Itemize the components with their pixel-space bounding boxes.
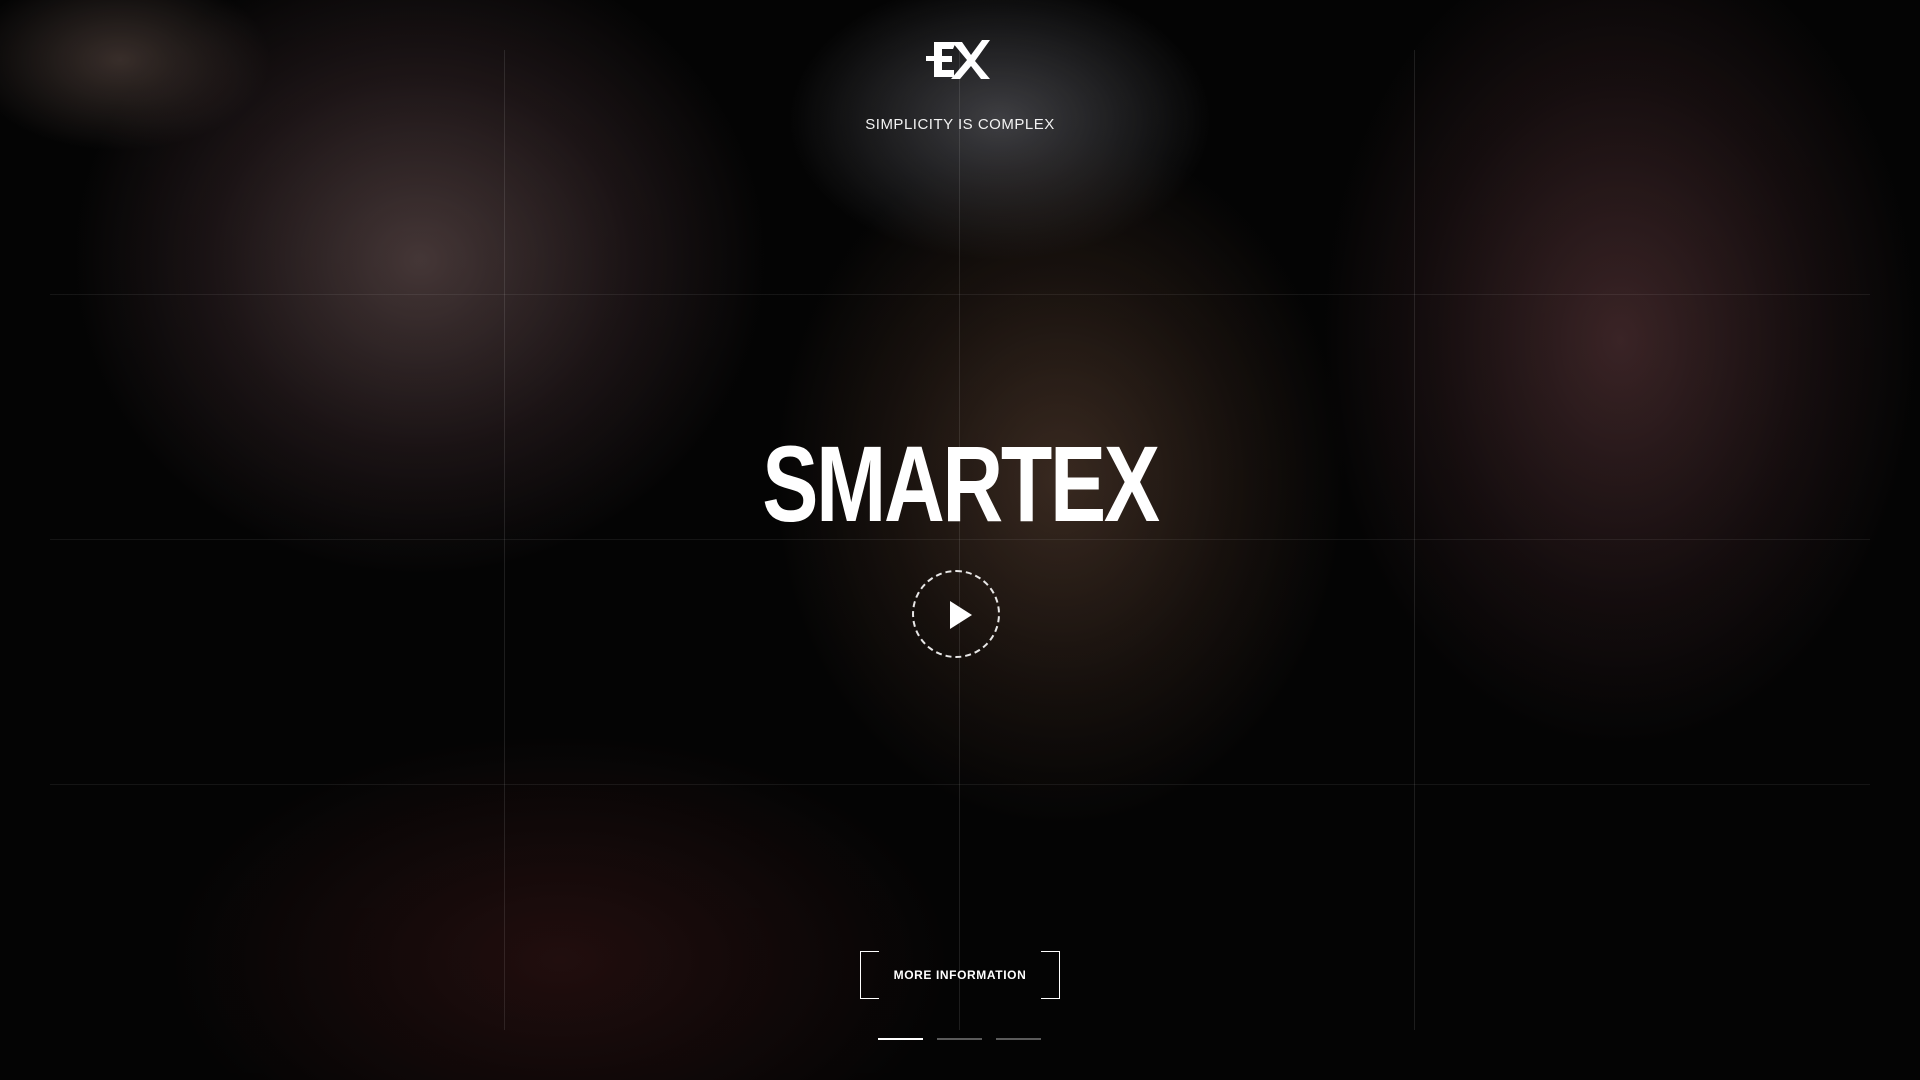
- ex-logo-icon[interactable]: [926, 38, 994, 82]
- slide-indicator-3[interactable]: [996, 1038, 1041, 1040]
- grid-line: [1414, 50, 1415, 1030]
- tagline: SIMPLICITY IS COMPLEX: [865, 116, 1055, 133]
- hero-section: SIMPLICITY IS COMPLEX SMARTEX MORE INFOR…: [0, 0, 1920, 1080]
- play-video-button[interactable]: [912, 570, 1000, 658]
- slider-pagination: [878, 1038, 1041, 1040]
- more-information-label: MORE INFORMATION: [893, 968, 1027, 982]
- grid-line: [50, 294, 1870, 295]
- play-icon: [950, 601, 972, 629]
- bracket-right: [1041, 951, 1060, 999]
- grid-line: [504, 50, 505, 1030]
- slide-indicator-1[interactable]: [878, 1038, 923, 1040]
- hero-title: SMARTEX: [762, 423, 1160, 544]
- more-information-button[interactable]: MORE INFORMATION: [860, 951, 1060, 999]
- grid-line: [50, 784, 1870, 785]
- bracket-left: [860, 951, 879, 999]
- slide-indicator-2[interactable]: [937, 1038, 982, 1040]
